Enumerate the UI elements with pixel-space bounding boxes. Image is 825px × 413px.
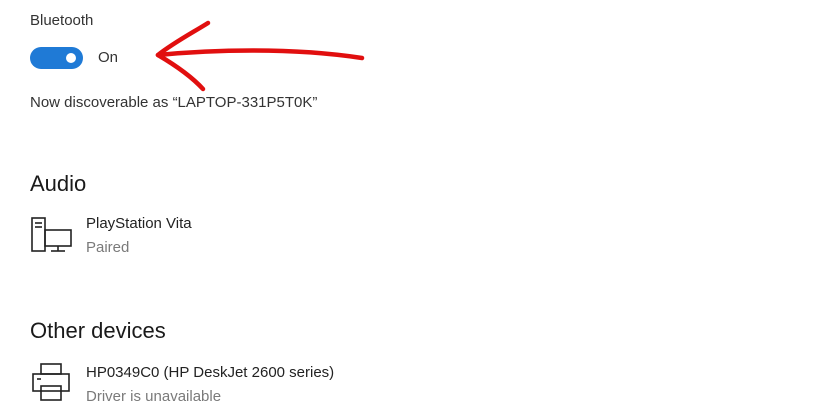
discoverable-text: Now discoverable as “LAPTOP-331P5T0K” [30, 94, 318, 111]
device-name: HP0349C0 (HP DeskJet 2600 series) [86, 364, 335, 381]
printer-icon [32, 363, 70, 401]
computer-monitor-icon [31, 217, 72, 252]
toggle-state-label: On [98, 49, 119, 66]
bluetooth-toggle[interactable] [30, 47, 83, 69]
section-title-audio: Audio [30, 171, 87, 196]
device-item-hp-deskjet[interactable]: HP0349C0 (HP DeskJet 2600 series) Driver… [30, 358, 550, 410]
device-status: Driver is unavailable [86, 388, 222, 405]
device-name: PlayStation Vita [86, 215, 192, 232]
device-status: Paired [86, 239, 130, 256]
section-title-other-devices: Other devices [30, 318, 166, 343]
bluetooth-label: Bluetooth [30, 12, 94, 29]
toggle-knob [66, 53, 76, 63]
annotation-arrow [155, 20, 365, 92]
device-item-playstation-vita[interactable]: PlayStation Vita Paired [30, 210, 450, 260]
